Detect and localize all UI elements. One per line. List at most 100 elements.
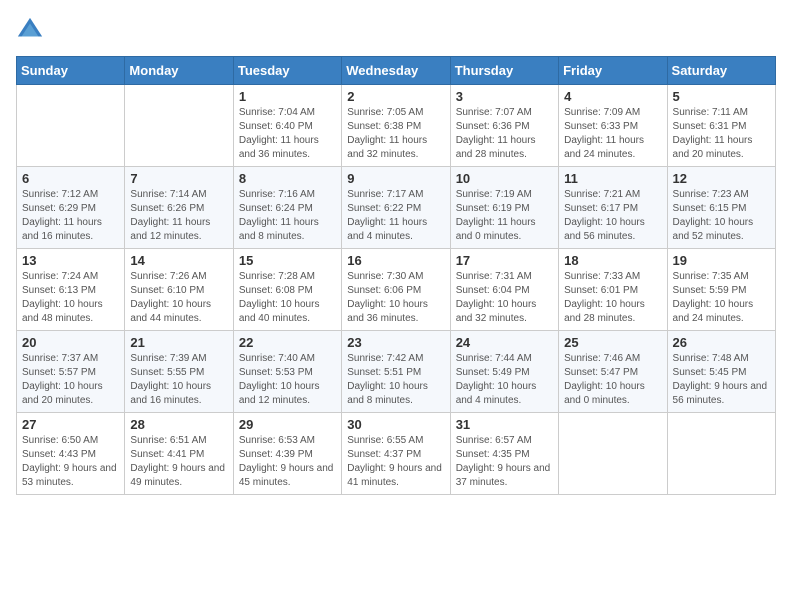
- day-info: Sunrise: 7:30 AM Sunset: 6:06 PM Dayligh…: [347, 270, 444, 326]
- day-info: Sunrise: 7:12 AM Sunset: 6:29 PM Dayligh…: [22, 188, 119, 244]
- day-info: Sunrise: 7:48 AM Sunset: 5:45 PM Dayligh…: [673, 352, 770, 408]
- weekday-header-row: SundayMondayTuesdayWednesdayThursdayFrid…: [17, 57, 776, 85]
- day-number: 17: [456, 253, 553, 268]
- weekday-header: Tuesday: [233, 57, 341, 85]
- calendar-cell: [559, 413, 667, 495]
- calendar-cell: 22 Sunrise: 7:40 AM Sunset: 5:53 PM Dayli…: [233, 331, 341, 413]
- calendar-cell: 2 Sunrise: 7:05 AM Sunset: 6:38 PM Daylig…: [342, 85, 450, 167]
- calendar-cell: 18 Sunrise: 7:33 AM Sunset: 6:01 PM Dayli…: [559, 249, 667, 331]
- day-info: Sunrise: 7:04 AM Sunset: 6:40 PM Dayligh…: [239, 106, 336, 162]
- calendar-cell: 30 Sunrise: 6:55 AM Sunset: 4:37 PM Dayli…: [342, 413, 450, 495]
- day-info: Sunrise: 7:09 AM Sunset: 6:33 PM Dayligh…: [564, 106, 661, 162]
- day-info: Sunrise: 7:28 AM Sunset: 6:08 PM Dayligh…: [239, 270, 336, 326]
- calendar-cell: 8 Sunrise: 7:16 AM Sunset: 6:24 PM Daylig…: [233, 167, 341, 249]
- day-info: Sunrise: 7:19 AM Sunset: 6:19 PM Dayligh…: [456, 188, 553, 244]
- day-number: 18: [564, 253, 661, 268]
- day-number: 12: [673, 171, 770, 186]
- day-info: Sunrise: 7:35 AM Sunset: 5:59 PM Dayligh…: [673, 270, 770, 326]
- calendar-table: SundayMondayTuesdayWednesdayThursdayFrid…: [16, 56, 776, 495]
- day-info: Sunrise: 7:21 AM Sunset: 6:17 PM Dayligh…: [564, 188, 661, 244]
- calendar-cell: 3 Sunrise: 7:07 AM Sunset: 6:36 PM Daylig…: [450, 85, 558, 167]
- weekday-header: Friday: [559, 57, 667, 85]
- calendar-cell: 7 Sunrise: 7:14 AM Sunset: 6:26 PM Daylig…: [125, 167, 233, 249]
- calendar-cell: 17Sunrise: 7:31 AM Sunset: 6:04 PM Dayli…: [450, 249, 558, 331]
- header: [16, 16, 776, 44]
- weekday-header: Saturday: [667, 57, 775, 85]
- calendar-cell: 16 Sunrise: 7:30 AM Sunset: 6:06 PM Dayli…: [342, 249, 450, 331]
- day-number: 29: [239, 417, 336, 432]
- day-number: 25: [564, 335, 661, 350]
- day-info: Sunrise: 7:33 AM Sunset: 6:01 PM Dayligh…: [564, 270, 661, 326]
- day-number: 31: [456, 417, 553, 432]
- day-info: Sunrise: 7:40 AM Sunset: 5:53 PM Dayligh…: [239, 352, 336, 408]
- calendar-cell: 26 Sunrise: 7:48 AM Sunset: 5:45 PM Dayli…: [667, 331, 775, 413]
- day-number: 1: [239, 89, 336, 104]
- day-number: 13: [22, 253, 119, 268]
- calendar-week-row: 13 Sunrise: 7:24 AM Sunset: 6:13 PM Dayli…: [17, 249, 776, 331]
- day-number: 7: [130, 171, 227, 186]
- day-number: 14: [130, 253, 227, 268]
- day-number: 6: [22, 171, 119, 186]
- day-number: 10: [456, 171, 553, 186]
- calendar-cell: 15Sunrise: 7:28 AM Sunset: 6:08 PM Dayli…: [233, 249, 341, 331]
- calendar-cell: 27Sunrise: 6:50 AM Sunset: 4:43 PM Dayli…: [17, 413, 125, 495]
- day-info: Sunrise: 7:24 AM Sunset: 6:13 PM Dayligh…: [22, 270, 119, 326]
- calendar-cell: 24Sunrise: 7:44 AM Sunset: 5:49 PM Dayli…: [450, 331, 558, 413]
- calendar-cell: 5 Sunrise: 7:11 AM Sunset: 6:31 PM Daylig…: [667, 85, 775, 167]
- day-number: 30: [347, 417, 444, 432]
- calendar-week-row: 1 Sunrise: 7:04 AM Sunset: 6:40 PM Daylig…: [17, 85, 776, 167]
- calendar-cell: 14Sunrise: 7:26 AM Sunset: 6:10 PM Dayli…: [125, 249, 233, 331]
- calendar-cell: 20 Sunrise: 7:37 AM Sunset: 5:57 PM Dayli…: [17, 331, 125, 413]
- calendar-cell: 21Sunrise: 7:39 AM Sunset: 5:55 PM Dayli…: [125, 331, 233, 413]
- day-info: Sunrise: 6:51 AM Sunset: 4:41 PM Dayligh…: [130, 434, 227, 490]
- day-number: 2: [347, 89, 444, 104]
- day-info: Sunrise: 7:23 AM Sunset: 6:15 PM Dayligh…: [673, 188, 770, 244]
- day-number: 16: [347, 253, 444, 268]
- calendar-cell: 6 Sunrise: 7:12 AM Sunset: 6:29 PM Daylig…: [17, 167, 125, 249]
- day-info: Sunrise: 7:05 AM Sunset: 6:38 PM Dayligh…: [347, 106, 444, 162]
- day-number: 4: [564, 89, 661, 104]
- day-info: Sunrise: 6:53 AM Sunset: 4:39 PM Dayligh…: [239, 434, 336, 490]
- calendar-cell: 31 Sunrise: 6:57 AM Sunset: 4:35 PM Dayli…: [450, 413, 558, 495]
- calendar-cell: 9 Sunrise: 7:17 AM Sunset: 6:22 PM Daylig…: [342, 167, 450, 249]
- calendar-cell: 29 Sunrise: 6:53 AM Sunset: 4:39 PM Dayli…: [233, 413, 341, 495]
- logo-icon: [16, 16, 44, 44]
- day-info: Sunrise: 7:14 AM Sunset: 6:26 PM Dayligh…: [130, 188, 227, 244]
- logo: [16, 16, 48, 44]
- day-number: 24: [456, 335, 553, 350]
- calendar-cell: 12 Sunrise: 7:23 AM Sunset: 6:15 PM Dayli…: [667, 167, 775, 249]
- day-info: Sunrise: 7:07 AM Sunset: 6:36 PM Dayligh…: [456, 106, 553, 162]
- day-number: 22: [239, 335, 336, 350]
- day-info: Sunrise: 7:37 AM Sunset: 5:57 PM Dayligh…: [22, 352, 119, 408]
- calendar-cell: 28 Sunrise: 6:51 AM Sunset: 4:41 PM Dayli…: [125, 413, 233, 495]
- day-info: Sunrise: 6:57 AM Sunset: 4:35 PM Dayligh…: [456, 434, 553, 490]
- day-number: 20: [22, 335, 119, 350]
- day-info: Sunrise: 7:42 AM Sunset: 5:51 PM Dayligh…: [347, 352, 444, 408]
- calendar-cell: 23Sunrise: 7:42 AM Sunset: 5:51 PM Dayli…: [342, 331, 450, 413]
- day-number: 3: [456, 89, 553, 104]
- day-info: Sunrise: 7:11 AM Sunset: 6:31 PM Dayligh…: [673, 106, 770, 162]
- day-info: Sunrise: 7:39 AM Sunset: 5:55 PM Dayligh…: [130, 352, 227, 408]
- day-number: 27: [22, 417, 119, 432]
- calendar-cell: 4 Sunrise: 7:09 AM Sunset: 6:33 PM Daylig…: [559, 85, 667, 167]
- calendar-cell: 10 Sunrise: 7:19 AM Sunset: 6:19 PM Dayli…: [450, 167, 558, 249]
- day-info: Sunrise: 6:55 AM Sunset: 4:37 PM Dayligh…: [347, 434, 444, 490]
- day-info: Sunrise: 7:17 AM Sunset: 6:22 PM Dayligh…: [347, 188, 444, 244]
- day-number: 11: [564, 171, 661, 186]
- day-number: 5: [673, 89, 770, 104]
- weekday-header: Wednesday: [342, 57, 450, 85]
- day-info: Sunrise: 7:16 AM Sunset: 6:24 PM Dayligh…: [239, 188, 336, 244]
- calendar-cell: 1 Sunrise: 7:04 AM Sunset: 6:40 PM Daylig…: [233, 85, 341, 167]
- day-number: 28: [130, 417, 227, 432]
- day-number: 19: [673, 253, 770, 268]
- weekday-header: Monday: [125, 57, 233, 85]
- weekday-header: Thursday: [450, 57, 558, 85]
- calendar-week-row: 27Sunrise: 6:50 AM Sunset: 4:43 PM Dayli…: [17, 413, 776, 495]
- calendar-cell: [125, 85, 233, 167]
- calendar-cell: [17, 85, 125, 167]
- day-number: 9: [347, 171, 444, 186]
- day-number: 8: [239, 171, 336, 186]
- calendar-cell: 25Sunrise: 7:46 AM Sunset: 5:47 PM Dayli…: [559, 331, 667, 413]
- day-number: 26: [673, 335, 770, 350]
- calendar-cell: 11 Sunrise: 7:21 AM Sunset: 6:17 PM Dayli…: [559, 167, 667, 249]
